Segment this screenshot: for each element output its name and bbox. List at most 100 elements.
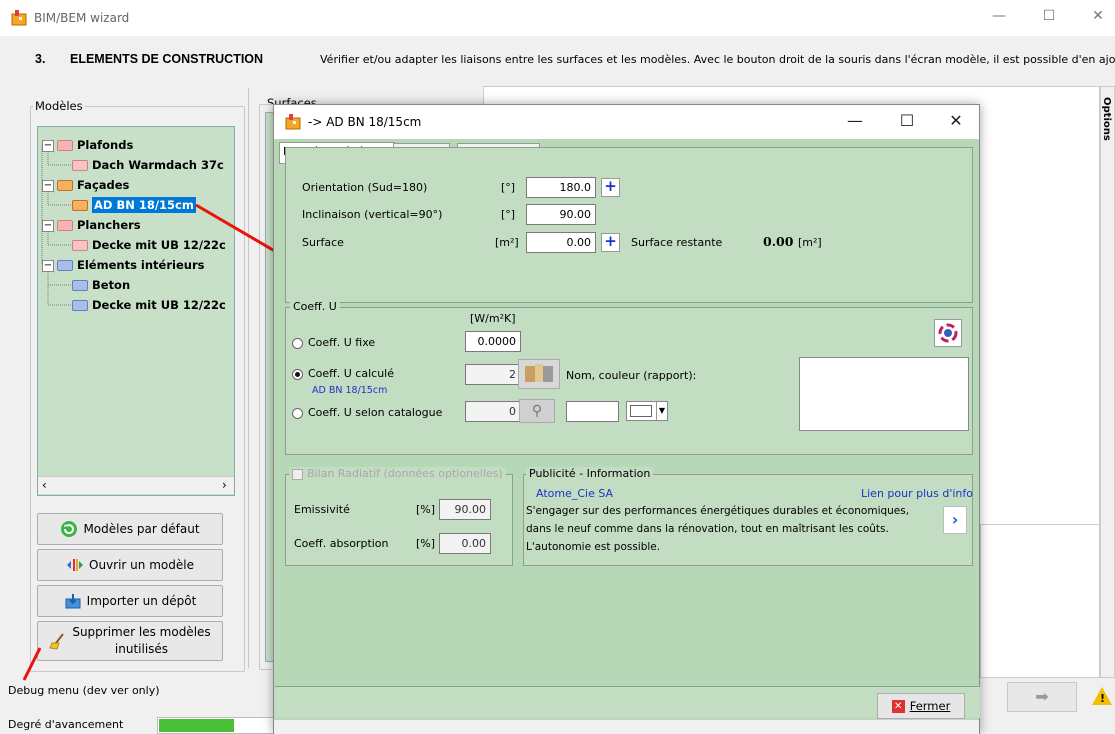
report-textbox[interactable] [799,357,969,431]
ad-company[interactable]: Atome_Cie SA [536,487,613,500]
surface-unit: [m²] [495,236,519,249]
models-label: Modèles [33,99,85,113]
broom-icon [49,633,65,650]
delete-unused-label-line1: Supprimer les modèles [72,625,211,639]
wall-layers-icon [525,364,553,382]
inclination-label: Inclinaison (vertical=90°) [302,208,443,221]
ad-more-info-link[interactable]: Lien pour plus d'info [861,487,973,500]
import-deposit-button[interactable]: Importer un dépôt [37,585,223,617]
radiative-checkbox[interactable] [292,468,303,480]
next-step-button[interactable]: ➡ [1007,682,1077,712]
color-picker[interactable]: ▼ [626,401,668,421]
ad-line-3: L'autonomie est possible. [526,541,661,553]
name-color-label: Nom, couleur (rapport): [566,369,697,382]
close-window-button[interactable]: ✕ [1083,8,1113,30]
ad-line-2: dans le neuf comme dans la rénovation, t… [526,523,889,535]
surfaces-label: Surfaces [265,96,319,104]
coeff-u-fixed-input[interactable]: 0.0000 [465,331,521,352]
chevron-right-icon: › [951,510,959,529]
refresh-icon [61,521,78,537]
dialog-close-button[interactable]: ✕ [938,111,974,133]
open-model-button[interactable]: Ouvrir un modèle [37,549,223,581]
absorption-input[interactable]: 0.00 [439,533,491,554]
search-icon: ⚲ [531,403,543,419]
catalog-search-button[interactable]: ⚲ [519,399,555,423]
debug-menu[interactable]: Debug menu (dev ver only) [8,684,160,697]
splitter[interactable] [248,88,249,668]
default-models-button[interactable]: Modèles par défaut [37,513,223,545]
ad-line-1: S'engager sur des performances énergétiq… [526,505,910,517]
orientation-plus-button[interactable]: + [601,178,620,197]
radio-fixed[interactable] [292,337,303,349]
emissivity-unit: [%] [416,503,436,516]
inclination-unit: [°] [501,208,516,221]
calculator-button[interactable] [518,359,560,389]
scroll-left-icon[interactable]: ‹ [42,478,47,492]
close-dialog-button[interactable]: ✕ Fermer [877,693,965,719]
coeff-u-calc-sublabel: AD BN 18/15cm [312,385,388,396]
dialog-statusbar [274,719,979,734]
remaining-surface-label: Surface restante [631,236,723,249]
step-number: 3. [35,52,46,66]
emissivity-label: Emissivité [294,503,350,516]
color-swatch [630,405,652,417]
coeff-u-catalog-value: 0 [465,401,521,422]
radio-calculated[interactable] [292,368,303,380]
progress-fill [159,719,234,732]
dialog-footer [275,686,980,718]
window-title: BIM/BEM wizard [34,11,130,25]
ad-legend: Publicité - Information [526,467,654,480]
coeff-u-unit: [W/m²K] [470,312,516,325]
maximize-button[interactable]: ☐ [1034,8,1064,30]
step-description: Vérifier et/ou adapter les liaisons entr… [320,53,1115,66]
app-icon [285,114,301,130]
coeff-u-legend: Coeff. U [290,300,340,313]
orientation-input[interactable]: 180.0 [526,177,596,198]
remaining-surface-unit: [m²] [798,236,822,249]
preview-box [980,524,1100,678]
orientation-label: Orientation (Sud=180) [302,181,428,194]
radio-catalog[interactable] [292,407,303,419]
orientation-unit: [°] [501,181,516,194]
delete-unused-label-line2: inutilisés [114,642,169,656]
options-tab[interactable]: Options [1100,86,1115,678]
coeff-u-fixed-option[interactable]: Coeff. U fixe [292,336,375,349]
coeff-u-catalog-option[interactable]: Coeff. U selon catalogue [292,406,442,419]
absorption-label: Coeff. absorption [294,537,389,550]
cycle-icon [938,323,958,343]
scroll-right-icon[interactable]: › [222,478,227,492]
catalog-input[interactable] [566,401,619,422]
dialog-maximize-button[interactable]: ☐ [889,111,925,133]
inclination-input[interactable]: 90.00 [526,204,596,225]
open-icon [67,559,84,571]
warning-mark: ! [1100,692,1106,705]
refresh-model-button[interactable] [934,319,962,347]
dialog-titlebar: -> AD BN 18/15cm — ☐ ✕ [274,105,979,139]
dialog-minimize-button[interactable]: — [837,111,873,133]
import-icon [65,594,81,609]
minimize-button[interactable]: — [984,8,1014,30]
general-panel [285,147,973,303]
app-icon [11,10,27,26]
progress-bar [157,717,277,734]
emissivity-input[interactable]: 90.00 [439,499,491,520]
close-icon: ✕ [891,699,905,713]
radiative-legend[interactable]: Bilan Radiatif (données optionelles) [289,467,506,480]
delete-unused-button[interactable]: Supprimer les modèles inutilisés [37,621,223,661]
model-dialog: -> AD BN 18/15cm — ☐ ✕ Données Générales… [273,104,980,734]
ad-next-button[interactable]: › [943,506,967,534]
dialog-title: -> AD BN 18/15cm [308,115,422,129]
remaining-surface-value: 0.00 [763,234,794,249]
step-title: ELEMENTS DE CONSTRUCTION [70,52,264,66]
coeff-u-calc-value: 2 [465,364,521,385]
surface-input[interactable]: 0.00 [526,232,596,253]
coeff-u-calc-option[interactable]: Coeff. U calculé [292,367,394,380]
tree-horizontal-scrollbar[interactable]: ‹ › [38,476,234,494]
surface-plus-button[interactable]: + [601,233,620,252]
models-tree[interactable]: − Plafonds Dach Warmdach 37c − Façades AD … [37,126,235,496]
absorption-unit: [%] [416,537,436,550]
chevron-down-icon[interactable]: ▼ [656,402,667,420]
window-titlebar: BIM/BEM wizard — ☐ ✕ [0,0,1115,36]
progress-label: Degré d'avancement [8,718,124,731]
surface-label: Surface [302,236,344,249]
